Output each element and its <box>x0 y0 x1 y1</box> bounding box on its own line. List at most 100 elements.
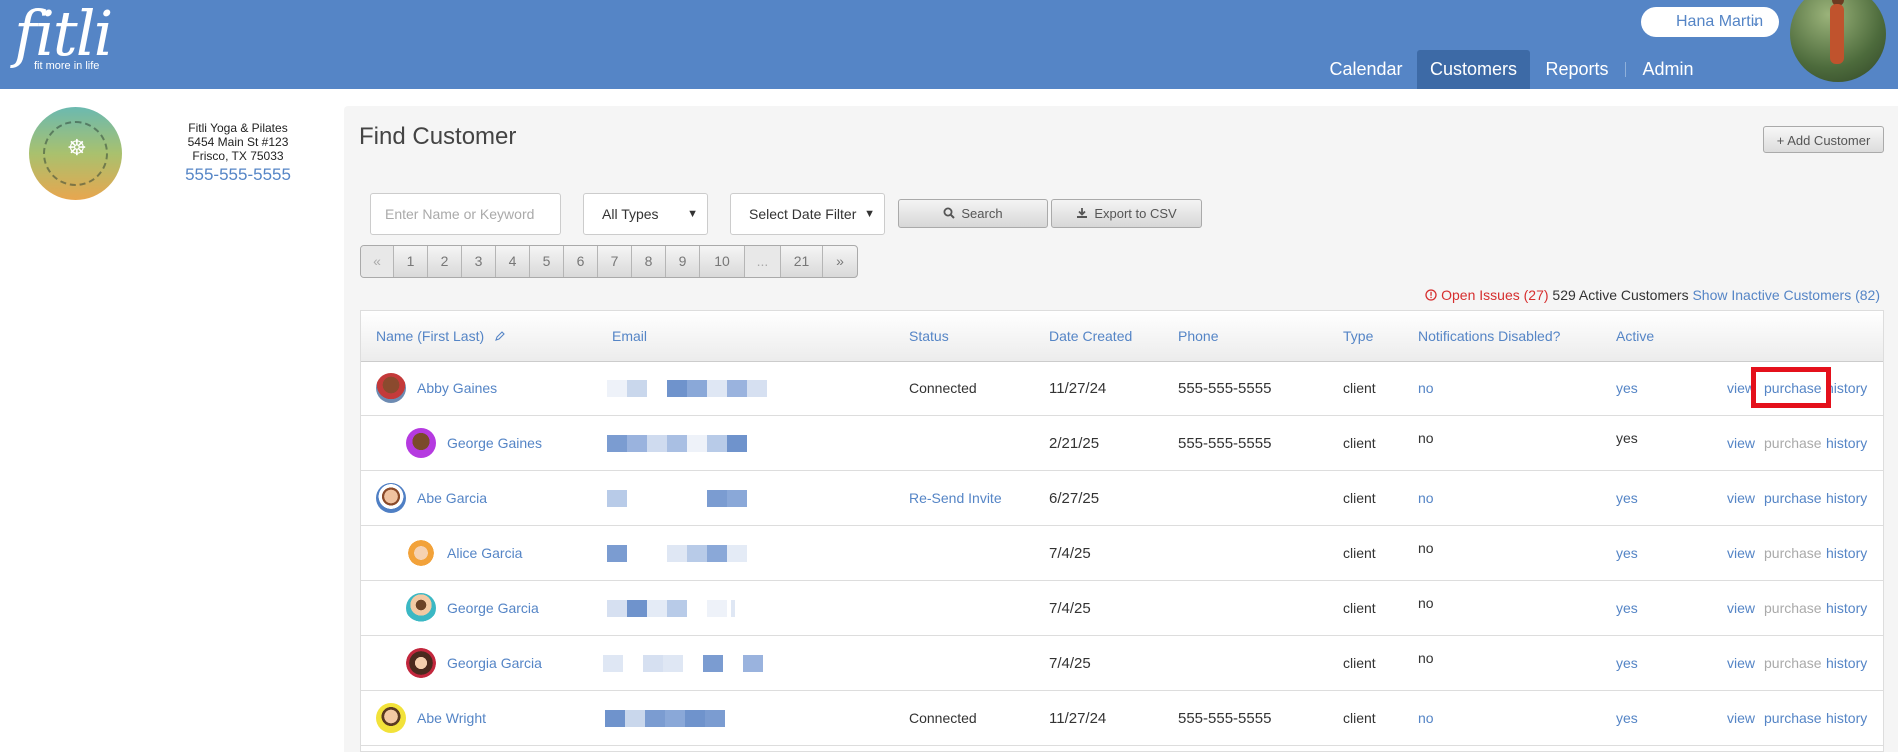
date-created: 11/27/24 <box>1049 380 1107 397</box>
history-link[interactable]: history <box>1826 526 1867 581</box>
active-value: yes <box>1616 430 1638 446</box>
export-csv-button[interactable]: Export to CSV <box>1051 199 1202 228</box>
col-status[interactable]: Status <box>909 311 949 361</box>
date-created: 6/27/25 <box>1049 490 1100 507</box>
purchase-link: purchase <box>1764 600 1822 616</box>
type: client <box>1343 490 1376 506</box>
notifications-value: no <box>1418 595 1434 611</box>
chevron-down-icon: ⌄ <box>1750 15 1761 29</box>
page-9[interactable]: 9 <box>666 246 700 277</box>
add-customer-button[interactable]: + Add Customer <box>1763 126 1884 153</box>
history-link[interactable]: history <box>1826 471 1867 526</box>
avatar <box>376 373 406 403</box>
studio-phone[interactable]: 555-555-5555 <box>158 165 318 185</box>
search-input[interactable]: Enter Name or Keyword <box>370 193 561 235</box>
type: client <box>1343 655 1376 671</box>
type: client <box>1343 545 1376 561</box>
col-notifications[interactable]: Notifications Disabled? <box>1418 311 1560 361</box>
notifications-toggle[interactable]: no <box>1418 691 1434 746</box>
col-phone[interactable]: Phone <box>1178 311 1218 361</box>
col-type[interactable]: Type <box>1343 311 1373 361</box>
pencil-icon[interactable] <box>494 330 506 342</box>
history-link[interactable]: history <box>1826 636 1867 691</box>
history-link[interactable]: history <box>1826 416 1867 471</box>
notifications-toggle[interactable]: no <box>1418 471 1434 526</box>
active-toggle[interactable]: yes <box>1616 471 1638 526</box>
purchase-link: purchase <box>1764 435 1822 451</box>
active-toggle[interactable]: yes <box>1616 691 1638 746</box>
date-filter-select[interactable]: Select Date Filter ▼ <box>730 193 885 235</box>
date-select-value: Select Date Filter <box>749 206 857 222</box>
col-date-created[interactable]: Date Created <box>1049 311 1132 361</box>
active-customers-count: 529 Active Customers <box>1552 287 1689 303</box>
customer-name[interactable]: Abby Gaines <box>417 361 497 416</box>
nav-calendar[interactable]: Calendar <box>1321 50 1411 89</box>
notifications-toggle[interactable]: no <box>1418 361 1434 416</box>
export-button-label: Export to CSV <box>1094 206 1177 221</box>
show-inactive-link[interactable]: Show Inactive Customers (82) <box>1692 287 1880 303</box>
view-link[interactable]: view <box>1727 636 1755 691</box>
customer-name[interactable]: George Gaines <box>447 416 542 471</box>
email-redacted <box>605 710 725 727</box>
page-ellipsis: ... <box>745 246 781 277</box>
active-toggle[interactable]: yes <box>1616 361 1638 416</box>
page-21[interactable]: 21 <box>781 246 823 277</box>
active-toggle[interactable]: yes <box>1616 581 1638 636</box>
date-created: 7/4/25 <box>1049 600 1091 617</box>
page-prev[interactable]: « <box>361 246 394 277</box>
download-icon <box>1077 208 1088 218</box>
date-created: 11/27/24 <box>1049 710 1107 727</box>
col-name[interactable]: Name (First Last) <box>376 311 506 361</box>
open-issues-link[interactable]: Open Issues (27) <box>1425 287 1552 303</box>
pagination: « 1 2 3 4 5 6 7 8 9 10 ... 21 » <box>360 245 858 278</box>
studio-logo: ☸ <box>29 107 122 200</box>
view-link[interactable]: view <box>1727 416 1755 471</box>
alert-icon <box>1425 289 1437 301</box>
customer-name[interactable]: Georgia Garcia <box>447 636 542 691</box>
customer-name[interactable]: George Garcia <box>447 581 539 636</box>
customer-name[interactable]: Abe Wright <box>417 691 486 746</box>
col-active[interactable]: Active <box>1616 311 1654 361</box>
page-6[interactable]: 6 <box>564 246 598 277</box>
user-menu-button[interactable]: Hana Martin ⌄ <box>1641 7 1779 37</box>
customer-summary: Open Issues (27) 529 Active Customers Sh… <box>1425 287 1880 303</box>
page-next[interactable]: » <box>823 246 857 277</box>
customer-name[interactable]: Abe Garcia <box>417 471 487 526</box>
fitli-logo[interactable]: fitli fit more in life <box>14 2 113 73</box>
col-name-label: Name (First Last) <box>376 328 485 344</box>
history-link[interactable]: history <box>1826 581 1867 636</box>
purchase-link[interactable]: purchase <box>1764 691 1822 746</box>
page-5[interactable]: 5 <box>530 246 564 277</box>
page-3[interactable]: 3 <box>462 246 496 277</box>
active-toggle[interactable]: yes <box>1616 636 1638 691</box>
avatar <box>376 703 406 733</box>
page-4[interactable]: 4 <box>496 246 530 277</box>
purchase-link[interactable]: purchase <box>1764 471 1822 526</box>
col-email[interactable]: Email <box>612 311 647 361</box>
page-1[interactable]: 1 <box>394 246 428 277</box>
view-link[interactable]: view <box>1727 526 1755 581</box>
page-8[interactable]: 8 <box>632 246 666 277</box>
history-link[interactable]: history <box>1826 361 1867 416</box>
nav-reports[interactable]: Reports <box>1540 50 1614 89</box>
history-link[interactable]: history <box>1826 691 1867 746</box>
view-link[interactable]: view <box>1727 471 1755 526</box>
search-button[interactable]: Search <box>898 199 1048 228</box>
avatar <box>376 483 406 513</box>
type: client <box>1343 600 1376 616</box>
type-select[interactable]: All Types ▼ <box>583 193 708 235</box>
nav-admin[interactable]: Admin <box>1637 50 1699 89</box>
search-icon <box>943 207 956 219</box>
resend-invite-link[interactable]: Re-Send Invite <box>909 471 1002 526</box>
active-toggle[interactable]: yes <box>1616 526 1638 581</box>
page-10[interactable]: 10 <box>700 246 745 277</box>
customer-name[interactable]: Alice Garcia <box>447 526 522 581</box>
view-link[interactable]: view <box>1727 581 1755 636</box>
nav-customers[interactable]: Customers <box>1417 50 1530 89</box>
page-7[interactable]: 7 <box>598 246 632 277</box>
type: client <box>1343 435 1376 451</box>
table-row: Abby Gaines Connected 11/27/24 555-555-5… <box>361 361 1883 416</box>
view-link[interactable]: view <box>1727 691 1755 746</box>
page-2[interactable]: 2 <box>428 246 462 277</box>
chevron-down-icon: ▼ <box>864 208 875 220</box>
